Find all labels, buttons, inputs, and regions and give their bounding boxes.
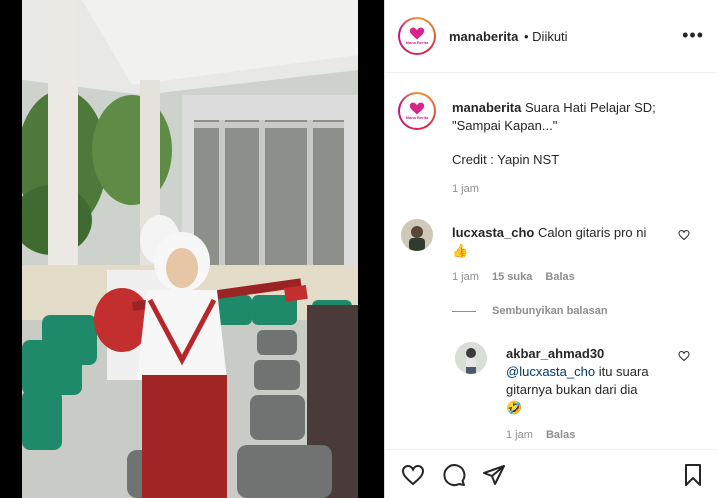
commenter-avatar[interactable] bbox=[401, 219, 433, 251]
comment-icon[interactable] bbox=[442, 463, 466, 487]
caption: manaberita Suara Hati Pelajar SD; "Sampa… bbox=[452, 99, 692, 135]
caption-username[interactable]: manaberita bbox=[452, 100, 521, 115]
logo-text: Mana Berita bbox=[405, 115, 429, 120]
comment-text: Calon gitaris pro ni bbox=[538, 225, 647, 240]
reply-meta: 1 jam Balas bbox=[506, 429, 575, 441]
reply-username[interactable]: akbar_ahmad30 bbox=[506, 346, 604, 361]
reply-button[interactable]: Balas bbox=[545, 271, 574, 283]
replies-divider-line bbox=[452, 310, 476, 312]
media-pane bbox=[0, 0, 384, 498]
comment-likes[interactable]: 15 suka bbox=[492, 271, 532, 283]
comment: lucxasta_cho Calon gitaris pro ni 👍 bbox=[452, 224, 672, 260]
caption-credit: Credit : Yapin NST bbox=[452, 152, 560, 167]
more-options-icon[interactable]: ••• bbox=[682, 26, 704, 44]
post-header: Mana Berita manaberita • Diikuti ••• bbox=[385, 0, 717, 73]
comment-timestamp[interactable]: 1 jam bbox=[452, 271, 479, 283]
thumbs-up-emoji: 👍 bbox=[452, 243, 469, 258]
paper-plane-icon[interactable] bbox=[482, 463, 506, 487]
comment-meta: 1 jam 15 suka Balas bbox=[452, 271, 575, 283]
caption-timestamp[interactable]: 1 jam bbox=[452, 183, 479, 195]
comment-heart-icon[interactable] bbox=[678, 229, 690, 241]
hide-replies-toggle[interactable]: Sembunyikan balasan bbox=[452, 305, 608, 317]
logo-text: Mana Berita bbox=[405, 40, 429, 45]
reply-heart-icon[interactable] bbox=[678, 350, 690, 362]
laughing-emoji: 🤣 bbox=[506, 400, 523, 415]
account-avatar[interactable]: Mana Berita bbox=[398, 17, 436, 55]
reply-mention[interactable]: @lucxasta_cho bbox=[506, 364, 595, 379]
hide-replies-label[interactable]: Sembunyikan balasan bbox=[492, 305, 608, 317]
follow-status[interactable]: • Diikuti bbox=[524, 29, 568, 44]
comment-username[interactable]: lucxasta_cho bbox=[452, 225, 534, 240]
post-actions-bar bbox=[385, 449, 717, 498]
reply-comment: akbar_ahmad30 @lucxasta_cho itu suara gi… bbox=[506, 345, 676, 417]
bookmark-icon[interactable] bbox=[681, 463, 705, 487]
caption-avatar[interactable]: Mana Berita bbox=[398, 92, 436, 130]
logo-heart-icon bbox=[409, 102, 425, 115]
post-image bbox=[22, 0, 358, 498]
logo-heart-icon bbox=[409, 27, 425, 40]
post-side-panel: Mana Berita manaberita • Diikuti ••• Man… bbox=[384, 0, 717, 498]
post-video[interactable] bbox=[22, 0, 358, 498]
heart-icon[interactable] bbox=[401, 463, 425, 487]
comments-section: Mana Berita manaberita Suara Hati Pelaja… bbox=[385, 73, 717, 449]
account-username[interactable]: manaberita bbox=[449, 29, 518, 44]
reply-timestamp[interactable]: 1 jam bbox=[506, 429, 533, 441]
reply-avatar[interactable] bbox=[455, 342, 487, 374]
reply-reply-button[interactable]: Balas bbox=[546, 429, 575, 441]
